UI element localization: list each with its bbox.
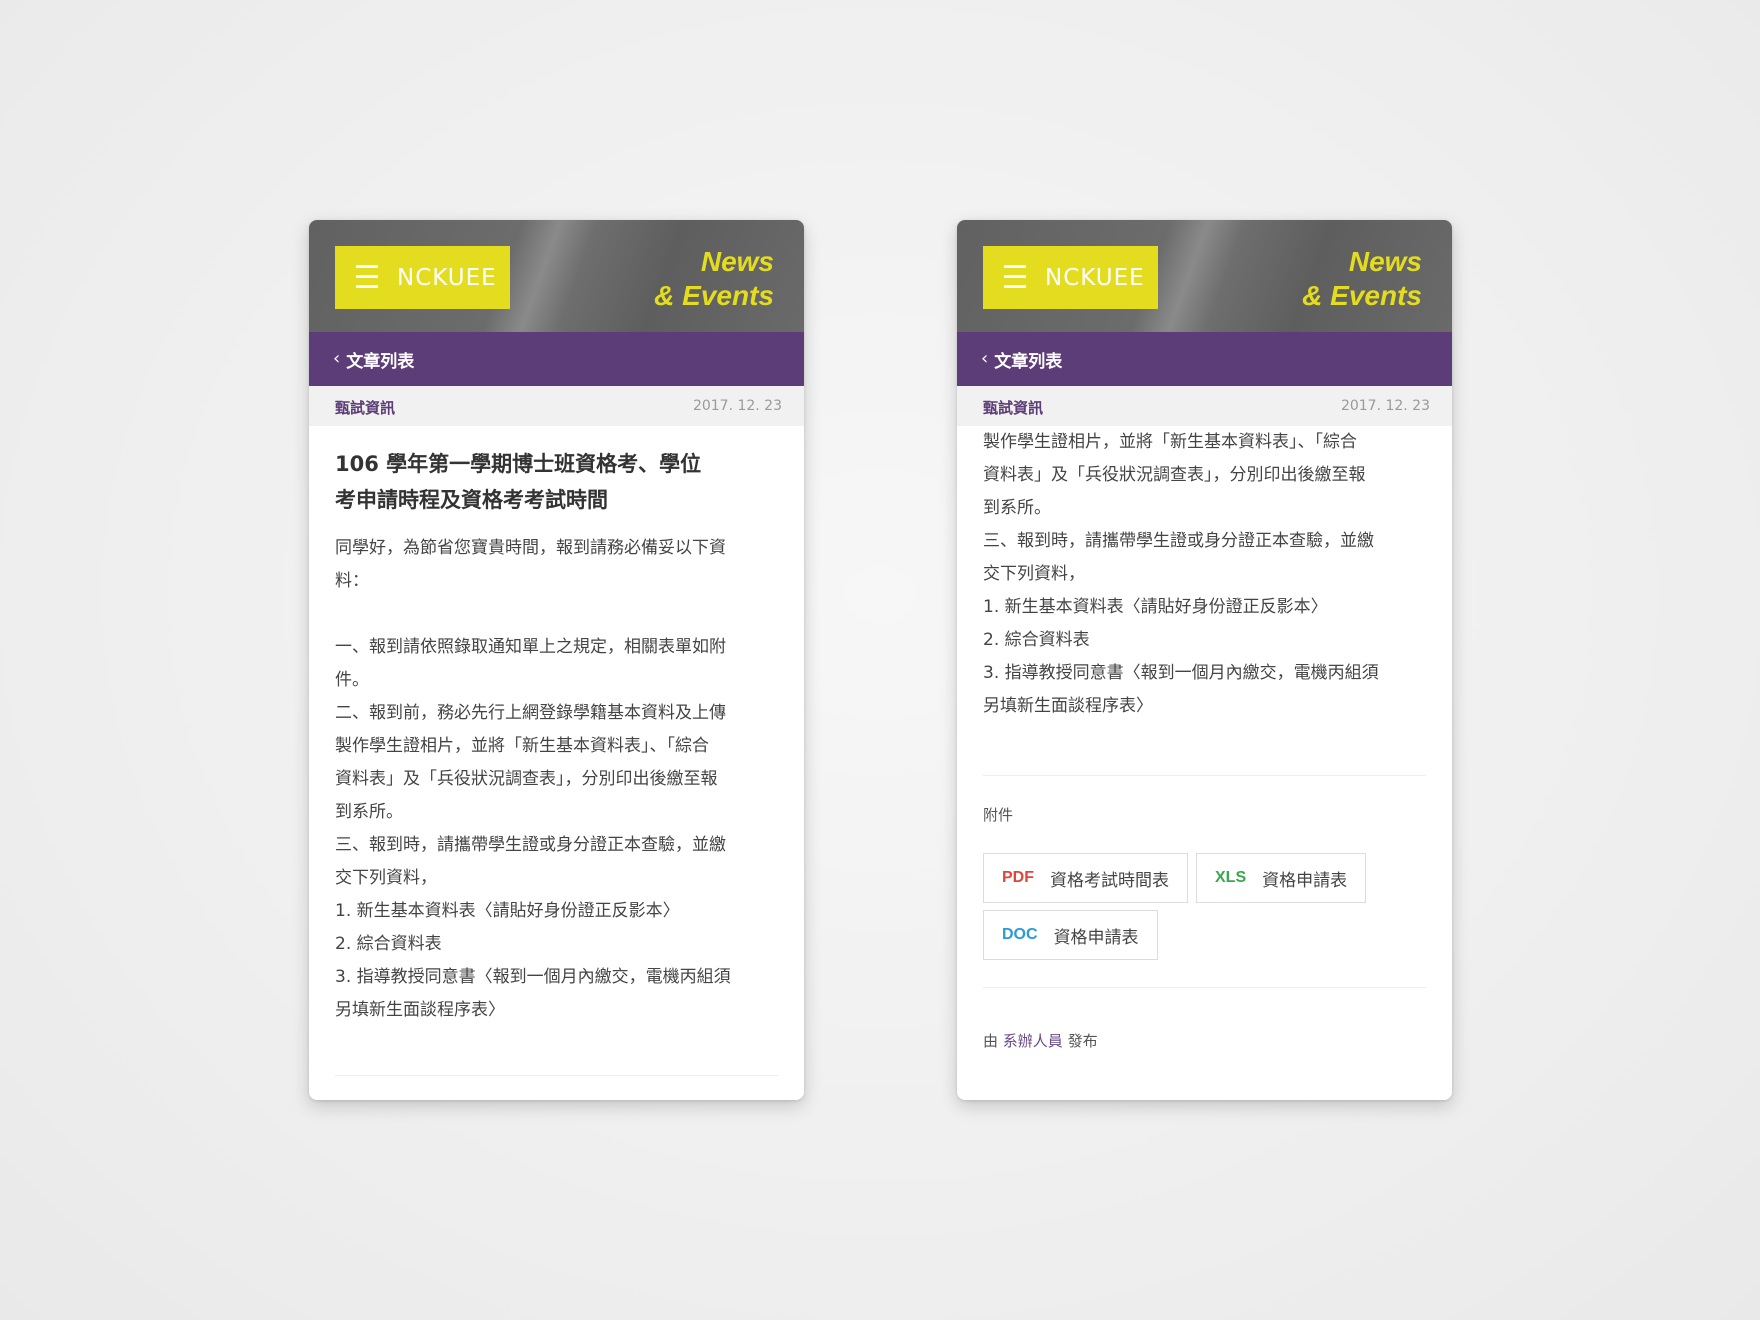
attachment-pdf-button[interactable]: PDF 資格考試時間表 [983,853,1188,903]
back-to-list-button[interactable]: ‹ 文章列表 [309,332,804,386]
body-line: 2. 綜合資料表 [335,934,442,954]
article-meta: 甄試資訊 2017. 12. 23 [957,386,1452,426]
attachments-label: 附件 [983,806,1014,824]
body-line: 1. 新生基本資料表〈請貼好身份證正反影本〉 [335,901,680,921]
hamburger-menu-icon[interactable] [356,265,378,289]
category-link[interactable]: 甄試資訊 [335,397,395,418]
body-line: 同學好，為節省您寶貴時間，報到請務必備妥以下資 [335,538,726,558]
section-divider [983,775,1426,776]
logo-text: NCKUEE [397,265,497,291]
publish-date: 2017. 12. 23 [692,398,782,414]
attachment-doc-button[interactable]: DOC 資格申請表 [983,910,1158,960]
body-line: 製作學生證相片，並將「新生基本資料表」、「綜合 [335,736,709,756]
doc-file-icon: DOC [1002,926,1038,943]
article-title-line: 考申請時程及資格考考試時間 [335,488,608,512]
body-line: 資料表」及「兵役狀況調查表」，分別印出後繳至報 [983,465,1366,485]
body-line: 料： [335,571,369,591]
section-title-line2: & Events [1302,280,1422,311]
publisher-prefix: 由 [983,1032,999,1050]
publish-date: 2017. 12. 23 [1340,398,1430,414]
attachment-name: 資格申請表 [1262,870,1348,891]
body-line: 1. 新生基本資料表〈請貼好身份證正反影本〉 [983,597,1328,617]
body-line: 2. 綜合資料表 [983,630,1090,650]
article-content: 106 學年第一學期博士班資格考、學位 考申請時程及資格考考試時間 同學好，為節… [309,446,804,1076]
section-title-line2: & Events [654,280,774,311]
hamburger-menu-icon[interactable] [1004,265,1026,289]
back-label: 文章列表 [994,351,1063,372]
body-line: 另填新生面談程序表〉 [983,696,1153,716]
body-line: 交下列資料， [335,868,437,888]
back-to-list-button[interactable]: ‹ 文章列表 [957,332,1452,386]
body-line: 三、報到時，請攜帶學生證或身分證正本查驗，並繳 [335,835,726,855]
body-line: 二、報到前，務必先行上網登錄學籍基本資料及上傳 [335,703,726,723]
body-line: 件。 [335,670,369,690]
attachment-list: PDF 資格考試時間表 XLS 資格申請表 DOC 資格申請表 [983,853,1426,960]
body-line: 三、報到時，請攜帶學生證或身分證正本查驗，並繳 [983,531,1374,551]
phone-screen-right: NCKUEE News & Events ‹ 文章列表 甄試資訊 2017. 1… [957,220,1452,1100]
body-line: 交下列資料， [983,564,1085,584]
article-content: 製作學生證相片，並將「新生基本資料表」、「綜合 資料表」及「兵役狀況調查表」，分… [957,426,1452,1051]
article-title: 106 學年第一學期博士班資格考、學位 考申請時程及資格考考試時間 [335,446,778,518]
body-line: 3. 指導教授同意書〈報到一個月內繳交，電機丙組須 [335,967,731,987]
author-link[interactable]: 系辦人員 [1003,1032,1063,1050]
body-line: 到系所。 [983,498,1051,518]
logo-menu-button[interactable]: NCKUEE [335,246,510,309]
section-title: News & Events [654,245,774,313]
body-line: 到系所。 [335,802,403,822]
chevron-left-icon: ‹ [981,348,989,369]
article-body: 製作學生證相片，並將「新生基本資料表」、「綜合 資料表」及「兵役狀況調查表」，分… [983,426,1426,723]
article-title-line: 106 學年第一學期博士班資格考、學位 [335,452,702,476]
attachment-name: 資格申請表 [1053,927,1139,948]
body-line: 另填新生面談程序表〉 [335,1000,505,1020]
attachment-name: 資格考試時間表 [1050,870,1169,891]
section-divider [335,1075,778,1076]
section-title-line1: News [700,246,774,277]
pdf-file-icon: PDF [1002,869,1034,886]
body-line: 3. 指導教授同意書〈報到一個月內繳交，電機丙組須 [983,663,1379,683]
attachment-xls-button[interactable]: XLS 資格申請表 [1196,853,1367,903]
publisher-line: 由 系辦人員 發布 [983,1030,1426,1051]
body-blank-line [335,598,778,631]
app-header: NCKUEE News & Events [309,220,804,332]
back-label: 文章列表 [346,351,415,372]
xls-file-icon: XLS [1215,869,1247,886]
logo-text: NCKUEE [1045,265,1145,291]
logo-menu-button[interactable]: NCKUEE [983,246,1158,309]
publisher-suffix: 發布 [1067,1032,1098,1050]
section-title: News & Events [1302,245,1422,313]
section-title-line1: News [1348,246,1422,277]
article-meta: 甄試資訊 2017. 12. 23 [309,386,804,426]
body-line: 資料表」及「兵役狀況調查表」，分別印出後繳至報 [335,769,718,789]
article-body: 同學好，為節省您寶貴時間，報到請務必備妥以下資 料： 一、報到請依照錄取通知單上… [335,532,778,1027]
category-link[interactable]: 甄試資訊 [983,397,1043,418]
app-header: NCKUEE News & Events [957,220,1452,332]
body-line: 一、報到請依照錄取通知單上之規定，相關表單如附 [335,637,726,657]
body-line: 製作學生證相片，並將「新生基本資料表」、「綜合 [983,432,1357,452]
chevron-left-icon: ‹ [333,348,341,369]
phone-screen-left: NCKUEE News & Events ‹ 文章列表 甄試資訊 2017. 1… [309,220,804,1100]
section-divider [983,987,1426,988]
